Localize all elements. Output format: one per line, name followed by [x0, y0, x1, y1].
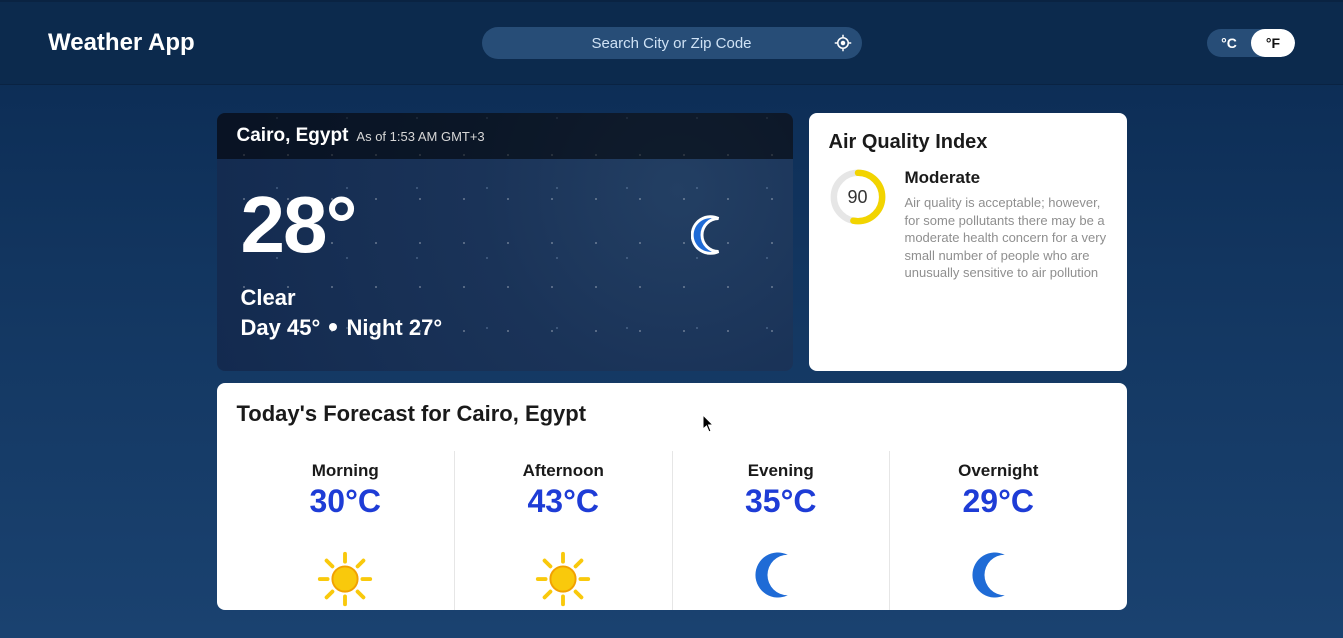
forecast-card: Today's Forecast for Cairo, Egypt Mornin… — [217, 383, 1127, 610]
forecast-title: Today's Forecast for Cairo, Egypt — [237, 401, 1107, 427]
forecast-column[interactable]: Afternoon43°C — [454, 451, 672, 610]
locate-icon[interactable] — [834, 34, 852, 52]
unit-toggle: °C °F — [1207, 29, 1295, 57]
unit-celsius-button[interactable]: °C — [1207, 29, 1251, 57]
aqi-label: Moderate — [905, 168, 1107, 188]
content-grid: Cairo, Egypt As of 1:53 AM GMT+3 28° Cle… — [217, 113, 1127, 610]
current-asof: As of 1:53 AM GMT+3 — [356, 129, 484, 144]
app-header: Weather App °C °F — [0, 0, 1343, 85]
forecast-part-label: Overnight — [890, 461, 1107, 481]
sun-icon — [455, 548, 672, 610]
forecast-part-temp: 29°C — [890, 483, 1107, 520]
day-temp: 45° — [287, 315, 320, 340]
forecast-part-label: Morning — [237, 461, 455, 481]
moon-icon — [673, 548, 890, 602]
forecast-column[interactable]: Evening35°C — [672, 451, 890, 610]
unit-fahrenheit-button[interactable]: °F — [1251, 29, 1295, 57]
current-conditions-card: Cairo, Egypt As of 1:53 AM GMT+3 28° Cle… — [217, 113, 793, 371]
night-temp: 27° — [409, 315, 442, 340]
aqi-value: 90 — [829, 168, 887, 226]
current-day-night: Day 45° Night 27° — [241, 315, 769, 341]
separator-dot — [329, 323, 337, 331]
moon-icon — [890, 548, 1107, 602]
search-field-wrap[interactable] — [482, 27, 862, 59]
forecast-part-temp: 35°C — [673, 483, 890, 520]
forecast-part-label: Evening — [673, 461, 890, 481]
forecast-column[interactable]: Overnight29°C — [889, 451, 1107, 610]
night-label: Night — [347, 315, 403, 340]
search-input[interactable] — [482, 35, 862, 52]
app-title: Weather App — [48, 29, 195, 57]
aqi-description: Air quality is acceptable; however, for … — [905, 194, 1107, 282]
forecast-grid: Morning30°CAfternoon43°CEvening35°COvern… — [237, 451, 1107, 610]
forecast-part-temp: 30°C — [237, 483, 455, 520]
current-condition: Clear — [241, 285, 769, 311]
forecast-column[interactable]: Morning30°C — [237, 451, 455, 610]
air-quality-card: Air Quality Index 90 Moderate Air qualit… — [809, 113, 1127, 371]
moon-icon — [691, 213, 735, 262]
sun-icon — [237, 548, 455, 610]
aqi-ring: 90 — [829, 168, 887, 226]
current-header: Cairo, Egypt As of 1:53 AM GMT+3 — [217, 113, 793, 159]
current-location: Cairo, Egypt — [237, 125, 349, 147]
forecast-part-label: Afternoon — [455, 461, 672, 481]
forecast-part-temp: 43°C — [455, 483, 672, 520]
current-temp: 28° — [241, 185, 769, 265]
aqi-title: Air Quality Index — [829, 131, 1107, 154]
day-label: Day — [241, 315, 281, 340]
